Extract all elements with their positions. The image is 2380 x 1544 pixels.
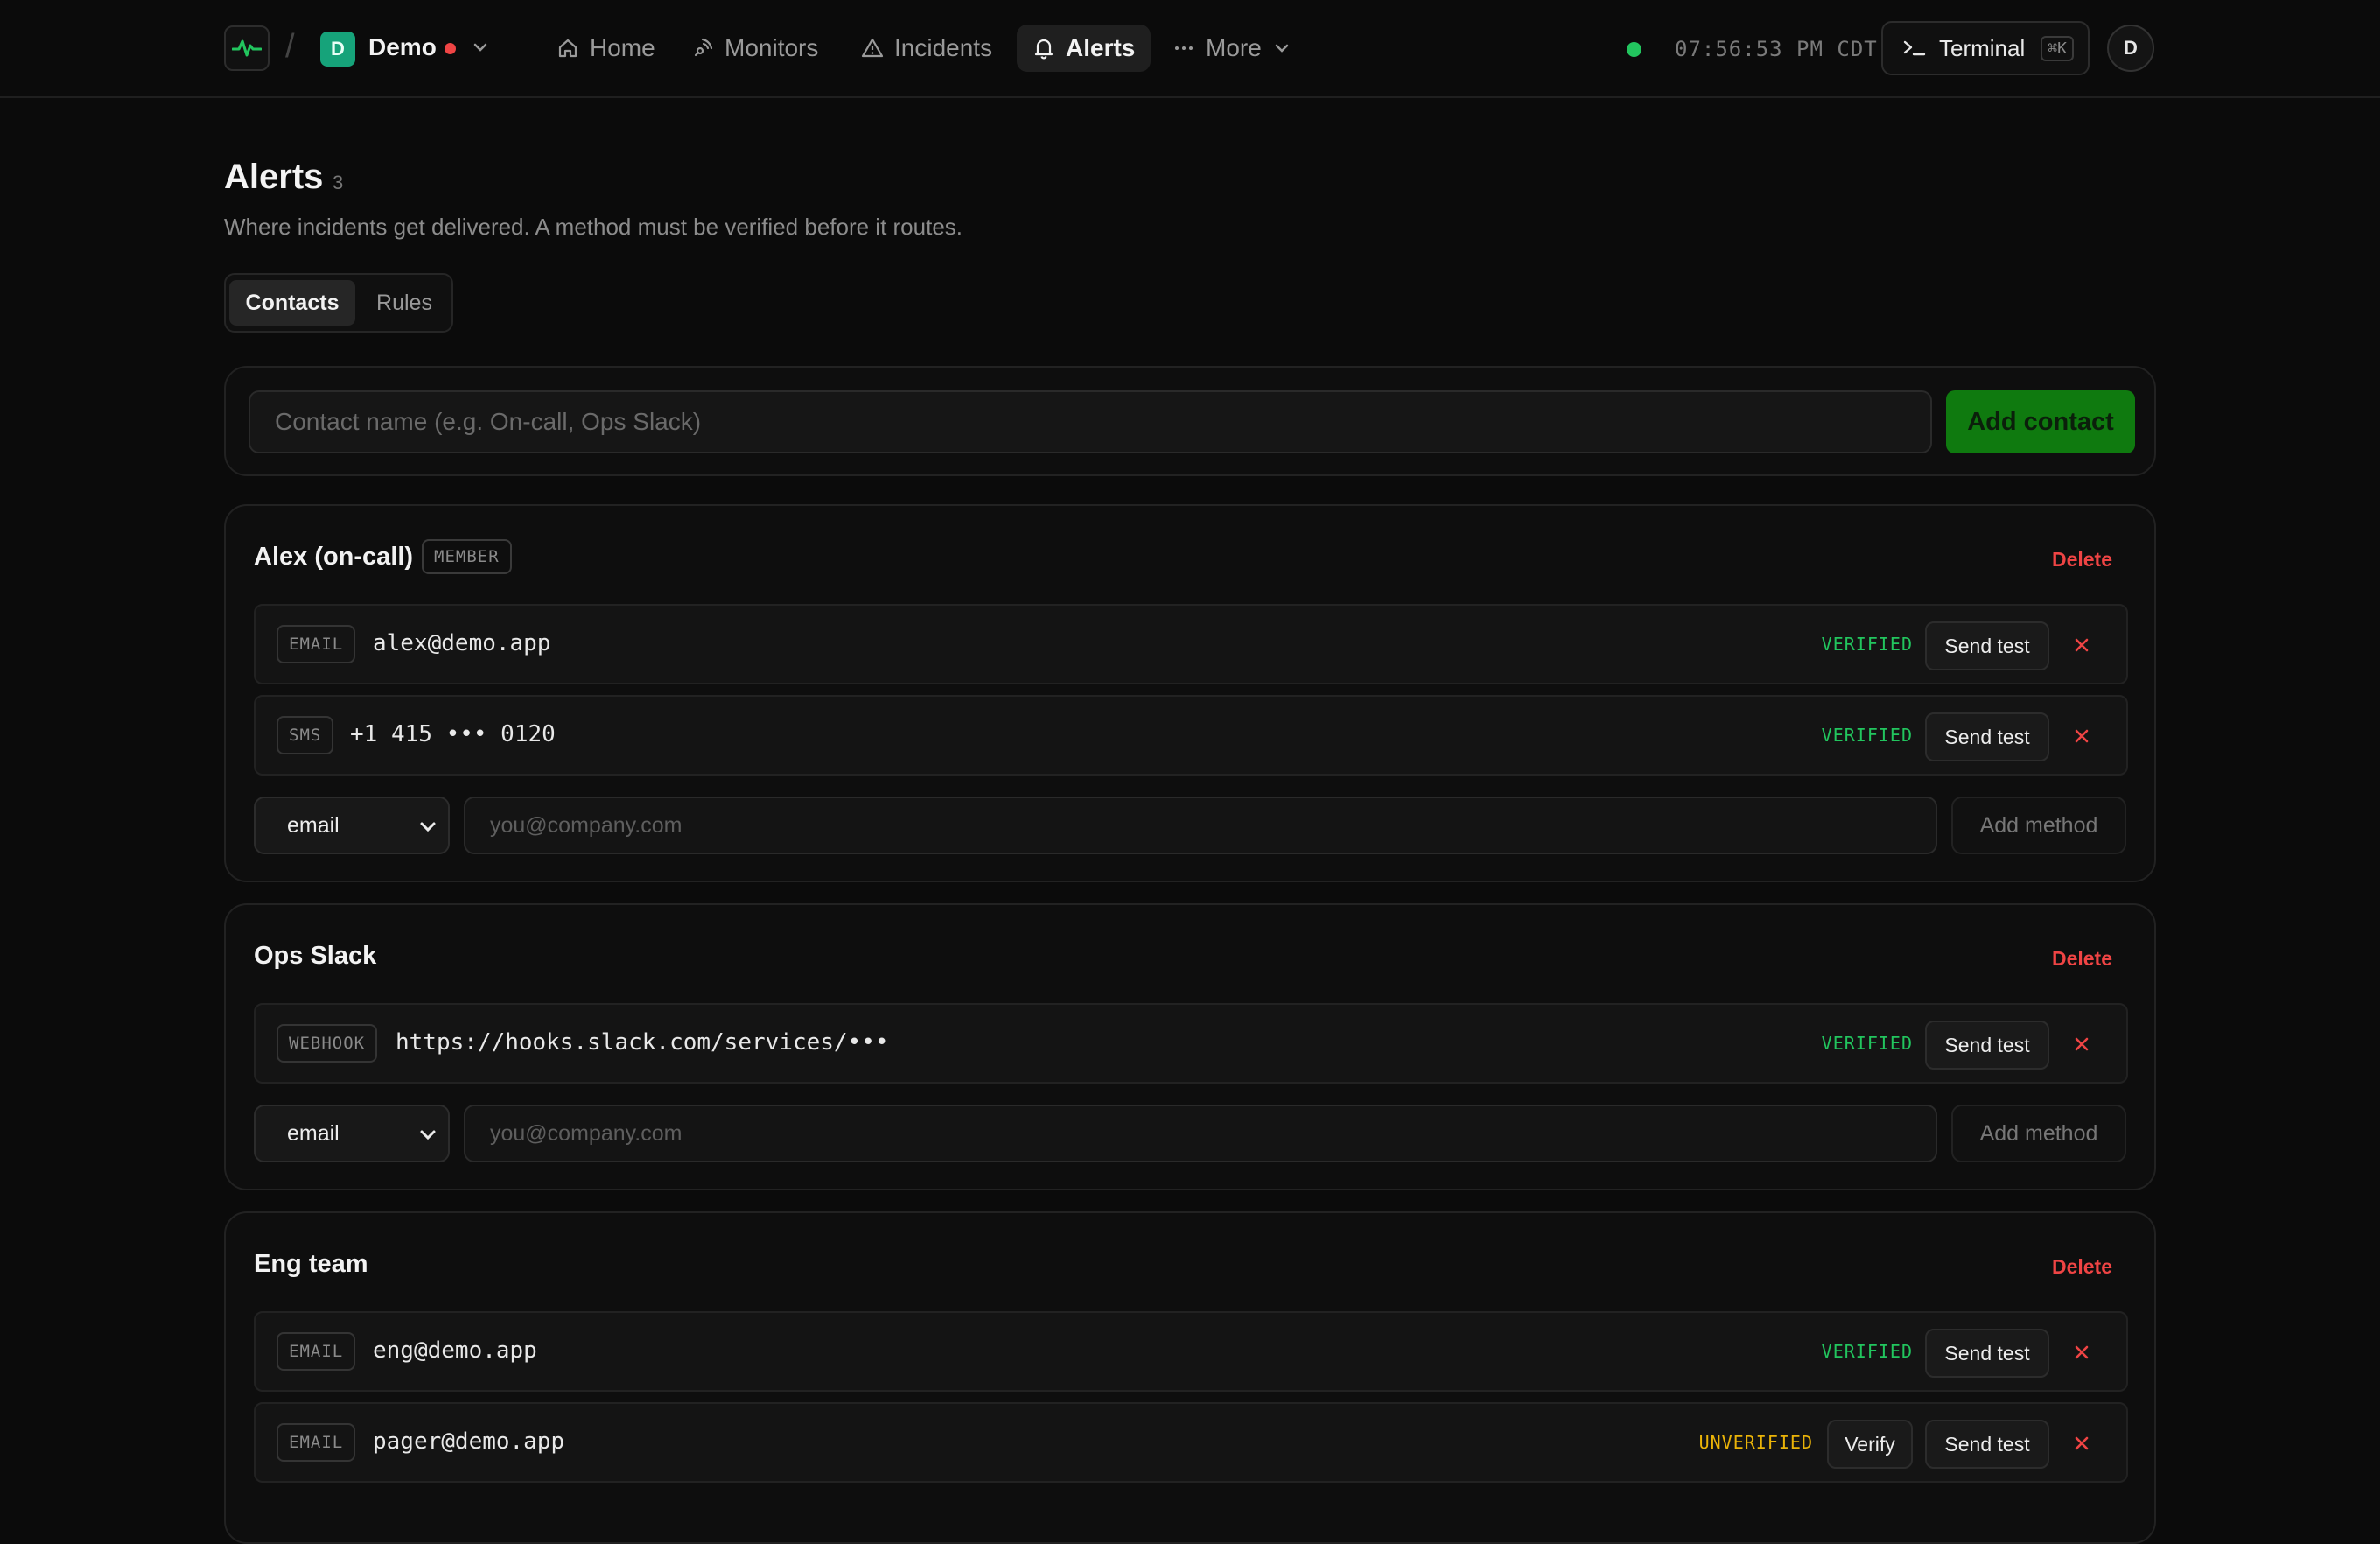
- add-method-button[interactable]: Add method: [1951, 1105, 2126, 1162]
- send-test-button[interactable]: Send test: [1925, 1021, 2049, 1070]
- status-badge: VERIFIED: [1821, 725, 1913, 746]
- delete-contact-button[interactable]: Delete: [2052, 947, 2112, 971]
- clock: 07:56:53 PM CDT: [1675, 37, 1878, 61]
- method-value: eng@demo.app: [373, 1337, 537, 1364]
- chevron-down-icon: [420, 822, 436, 832]
- terminal-prompt-icon: [1903, 40, 1926, 56]
- method-type-badge: WEBHOOK: [276, 1024, 378, 1063]
- page-title: Alerts: [224, 158, 324, 196]
- send-test-button[interactable]: Send test: [1925, 712, 2049, 761]
- send-test-button[interactable]: Send test: [1925, 1420, 2049, 1469]
- user-avatar[interactable]: D: [2107, 25, 2154, 72]
- nav-incidents-label: Incidents: [894, 34, 993, 61]
- terminal-label: Terminal: [1939, 34, 2026, 61]
- method-value-input[interactable]: you@company.com: [464, 797, 1937, 854]
- nav-more-label: More: [1206, 34, 1262, 61]
- contact-name: Eng team: [254, 1250, 368, 1278]
- workspace-name[interactable]: Demo: [368, 33, 437, 61]
- add-contact-button[interactable]: Add contact: [1946, 390, 2135, 453]
- chevron-down-icon: [1275, 44, 1289, 53]
- workspace-status-dot: [444, 43, 456, 54]
- breadcrumb-separator: /: [285, 28, 295, 65]
- status-badge: VERIFIED: [1821, 634, 1913, 655]
- contact-card-alex: Alex (on-call) MEMBER Delete EMAIL alex@…: [224, 504, 2156, 882]
- home-icon: [558, 39, 578, 58]
- tab-contacts[interactable]: Contacts: [229, 280, 355, 326]
- role-badge: MEMBER: [422, 539, 512, 574]
- send-test-button[interactable]: Send test: [1925, 1329, 2049, 1378]
- method-value-input[interactable]: you@company.com: [464, 1105, 1937, 1162]
- method-value: https://hooks.slack.com/services/•••: [396, 1029, 889, 1056]
- status-badge: UNVERIFIED: [1698, 1432, 1813, 1453]
- method-row: EMAIL eng@demo.app VERIFIED Send test: [254, 1311, 2128, 1392]
- verify-button[interactable]: Verify: [1827, 1420, 1913, 1469]
- terminal-shortcut: ⌘K: [2040, 35, 2074, 61]
- add-contact-card: Contact name (e.g. On-call, Ops Slack) A…: [224, 366, 2156, 476]
- contact-card-ops-slack: Ops Slack Delete WEBHOOK https://hooks.s…: [224, 903, 2156, 1190]
- status-badge: VERIFIED: [1821, 1341, 1913, 1362]
- workspace-chevron-down-icon[interactable]: [471, 38, 490, 61]
- nav-more[interactable]: More: [1157, 25, 1307, 72]
- delete-contact-button[interactable]: Delete: [2052, 548, 2112, 572]
- workspace-avatar[interactable]: D: [320, 32, 355, 67]
- method-row: SMS +1 415 ••• 0120 VERIFIED Send test: [254, 695, 2128, 776]
- contact-card-eng-team: Eng team Delete EMAIL eng@demo.app VERIF…: [224, 1211, 2156, 1544]
- contact-name-input[interactable]: Contact name (e.g. On-call, Ops Slack): [248, 390, 1932, 453]
- nav-home[interactable]: Home: [541, 25, 671, 72]
- method-type-select[interactable]: email: [254, 1105, 450, 1162]
- nav-monitors[interactable]: Monitors: [676, 25, 834, 72]
- nav-monitors-label: Monitors: [724, 34, 819, 61]
- app-logo-icon[interactable]: [224, 25, 270, 71]
- top-bar: / D Demo Home Monitors Incidents Alerts …: [0, 0, 2380, 98]
- method-row: EMAIL alex@demo.app VERIFIED Send test: [254, 604, 2128, 684]
- status-badge: VERIFIED: [1821, 1033, 1913, 1054]
- method-row: WEBHOOK https://hooks.slack.com/services…: [254, 1003, 2128, 1084]
- method-type-badge: EMAIL: [276, 1423, 356, 1462]
- method-value: +1 415 ••• 0120: [350, 721, 556, 747]
- remove-method-close-icon[interactable]: [2070, 725, 2093, 747]
- add-method-button[interactable]: Add method: [1951, 797, 2126, 854]
- chevron-down-icon: [420, 1130, 436, 1140]
- monitor-signal-icon: [694, 38, 713, 57]
- nav-incidents[interactable]: Incidents: [845, 25, 1008, 72]
- method-type-badge: EMAIL: [276, 1332, 356, 1371]
- method-type-select-value: email: [287, 1120, 340, 1146]
- method-type-badge: EMAIL: [276, 625, 356, 663]
- nav-alerts[interactable]: Alerts: [1017, 25, 1152, 72]
- delete-contact-button[interactable]: Delete: [2052, 1255, 2112, 1279]
- ellipsis-icon: [1175, 46, 1193, 50]
- warning-triangle-icon: [861, 38, 884, 58]
- method-type-badge: SMS: [276, 716, 334, 754]
- remove-method-close-icon[interactable]: [2070, 634, 2093, 656]
- terminal-button[interactable]: Terminal ⌘K: [1881, 21, 2090, 75]
- page-count-badge: 3: [332, 172, 344, 193]
- tab-rules[interactable]: Rules: [362, 280, 446, 326]
- tab-group: Contacts Rules: [224, 273, 453, 333]
- remove-method-close-icon[interactable]: [2070, 1033, 2093, 1056]
- contact-name: Alex (on-call): [254, 543, 414, 571]
- remove-method-close-icon[interactable]: [2070, 1432, 2093, 1455]
- method-value: alex@demo.app: [373, 630, 551, 656]
- method-type-select[interactable]: email: [254, 797, 450, 854]
- method-value: pager@demo.app: [373, 1428, 565, 1455]
- bell-icon: [1034, 39, 1054, 60]
- contact-name: Ops Slack: [254, 942, 377, 970]
- connection-status-dot: [1627, 42, 1642, 57]
- remove-method-close-icon[interactable]: [2070, 1341, 2093, 1364]
- send-test-button[interactable]: Send test: [1925, 621, 2049, 670]
- page-subtitle: Where incidents get delivered. A method …: [224, 214, 963, 240]
- method-type-select-value: email: [287, 812, 340, 838]
- method-row: EMAIL pager@demo.app UNVERIFIED Verify S…: [254, 1402, 2128, 1483]
- nav-alerts-label: Alerts: [1066, 34, 1136, 61]
- nav-home-label: Home: [590, 34, 655, 61]
